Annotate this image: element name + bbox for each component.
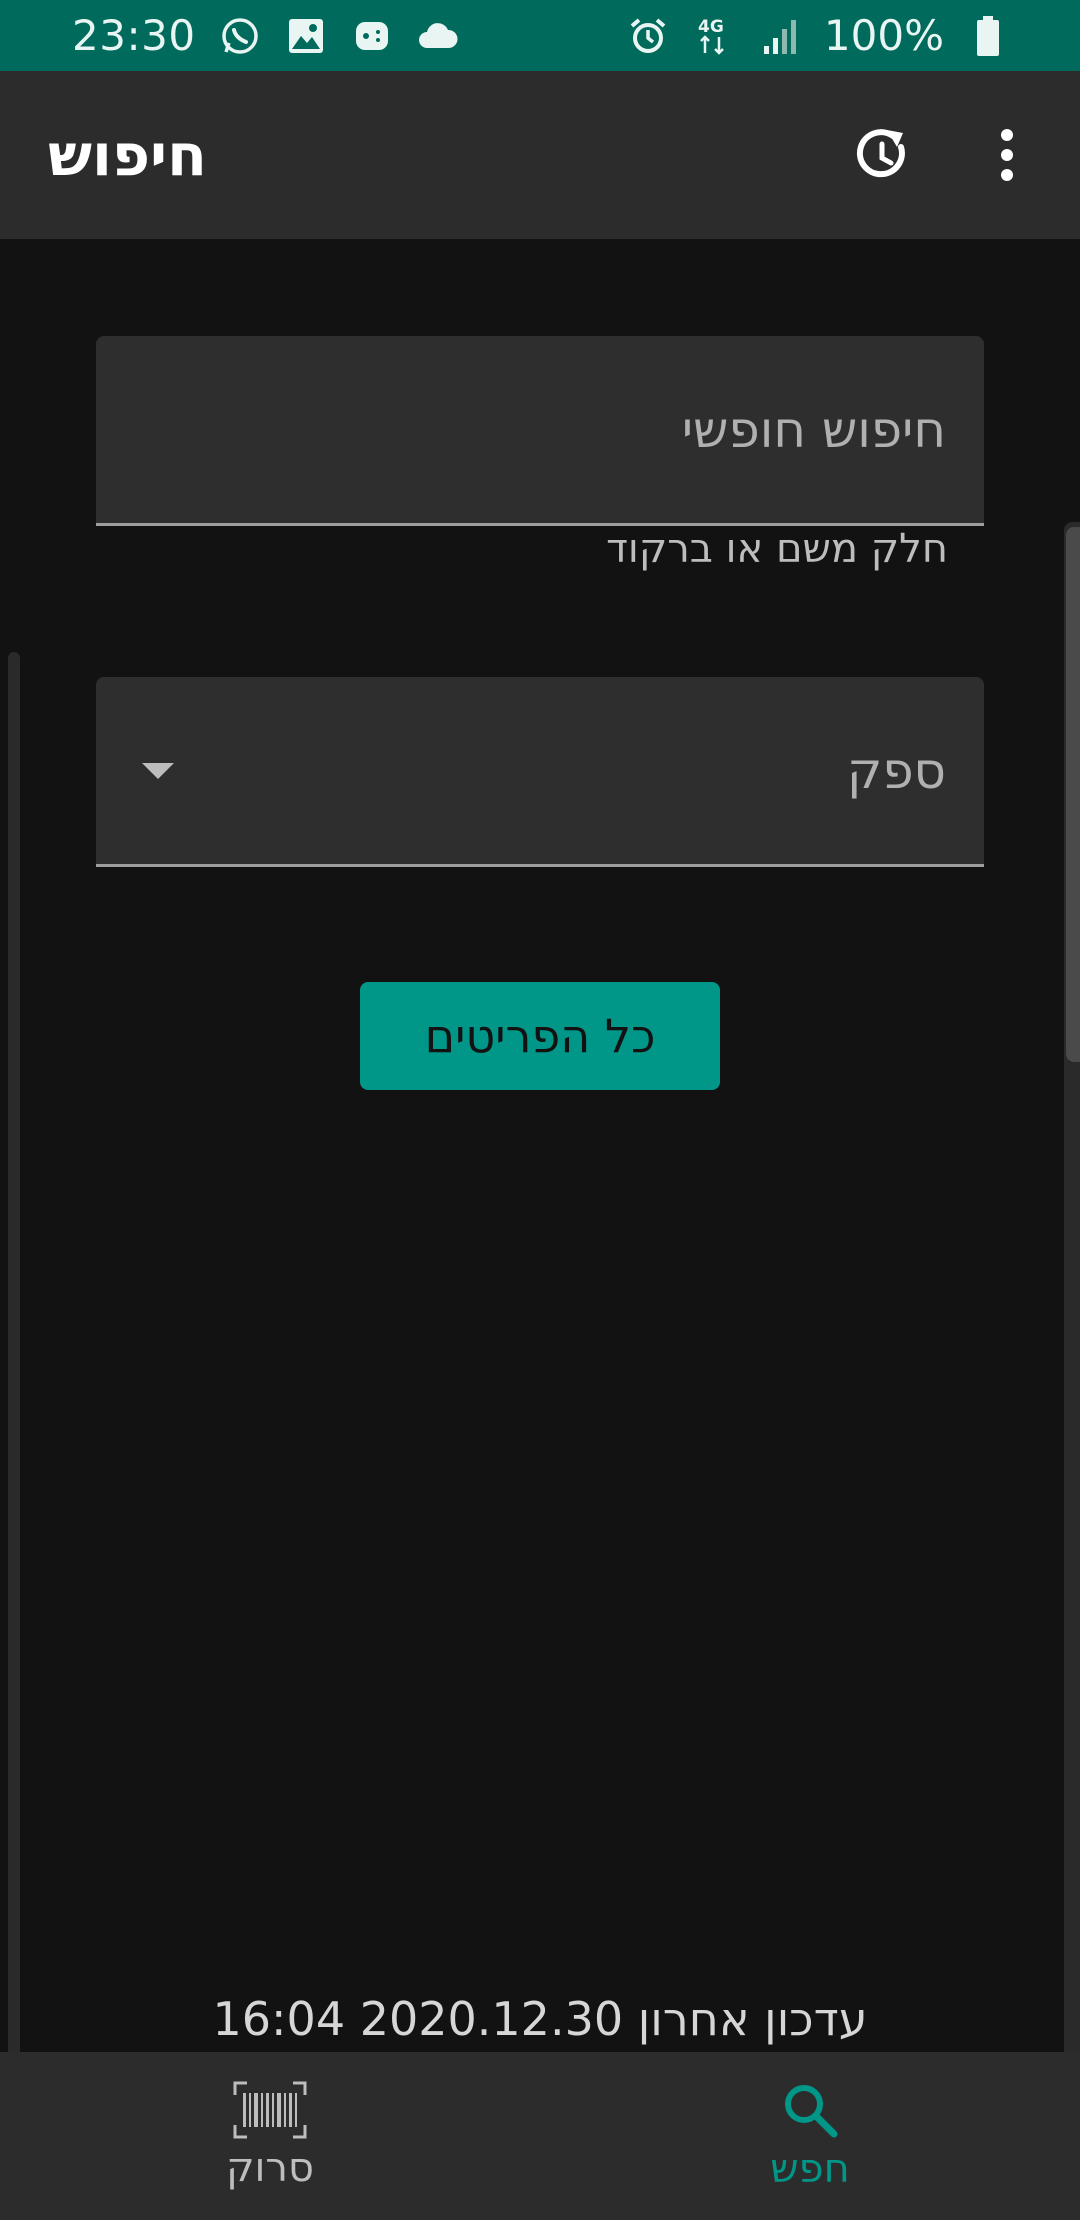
nav-label-search: חפש (770, 2146, 850, 2192)
supplier-label: ספק (846, 741, 946, 800)
more-options-button[interactable] (974, 122, 1040, 188)
app-bar: חיפוש (0, 71, 1080, 239)
svg-text:4G: 4G (698, 17, 724, 37)
dropdown-arrow-icon (142, 762, 174, 779)
nav-item-scan[interactable]: סרוק (0, 2052, 540, 2220)
battery-percentage: 100% (823, 11, 944, 60)
free-search-placeholder: חיפוש חופשי (681, 400, 946, 459)
supplier-dropdown[interactable]: ספק (96, 677, 984, 867)
search-icon (785, 2085, 838, 2138)
bottom-navigation: סרוק חפש (0, 2052, 1080, 2220)
battery-icon (966, 14, 1010, 58)
history-refresh-icon (856, 129, 905, 178)
barcode-scan-icon (233, 2081, 307, 2139)
last-update-text: עדכון אחרון 2020.12.30 16:04 (212, 1992, 868, 2046)
status-bar: 23:30 4G 100% (0, 0, 1080, 71)
alarm-icon (626, 14, 670, 58)
gallery-icon (284, 14, 328, 58)
cloud-icon (416, 14, 460, 58)
page-title: חיפוש (48, 121, 207, 189)
search-helper-text: חלק משם או ברקוד (606, 526, 948, 572)
scrollbar-left (8, 652, 20, 2072)
app-bar-actions (850, 122, 1040, 188)
all-items-button[interactable]: כל הפריטים (360, 982, 720, 1090)
nav-item-search[interactable]: חפש (540, 2052, 1080, 2220)
scrollbar-thumb[interactable] (1066, 527, 1080, 1062)
status-bar-right: 4G 100% (626, 11, 1010, 60)
screen: 23:30 4G 100% חיפוש חיפוש חופשי חלק משם … (0, 0, 1080, 2220)
game-icon (350, 14, 394, 58)
4g-icon: 4G (692, 14, 736, 58)
free-search-input[interactable]: חיפוש חופשי (96, 336, 984, 526)
signal-icon (758, 14, 802, 58)
more-vert-icon (1001, 129, 1013, 181)
status-time: 23:30 (72, 11, 196, 60)
history-refresh-button[interactable] (850, 122, 916, 188)
status-bar-left: 23:30 (72, 11, 460, 60)
nav-label-scan: סרוק (226, 2145, 314, 2191)
whatsapp-icon (218, 14, 262, 58)
